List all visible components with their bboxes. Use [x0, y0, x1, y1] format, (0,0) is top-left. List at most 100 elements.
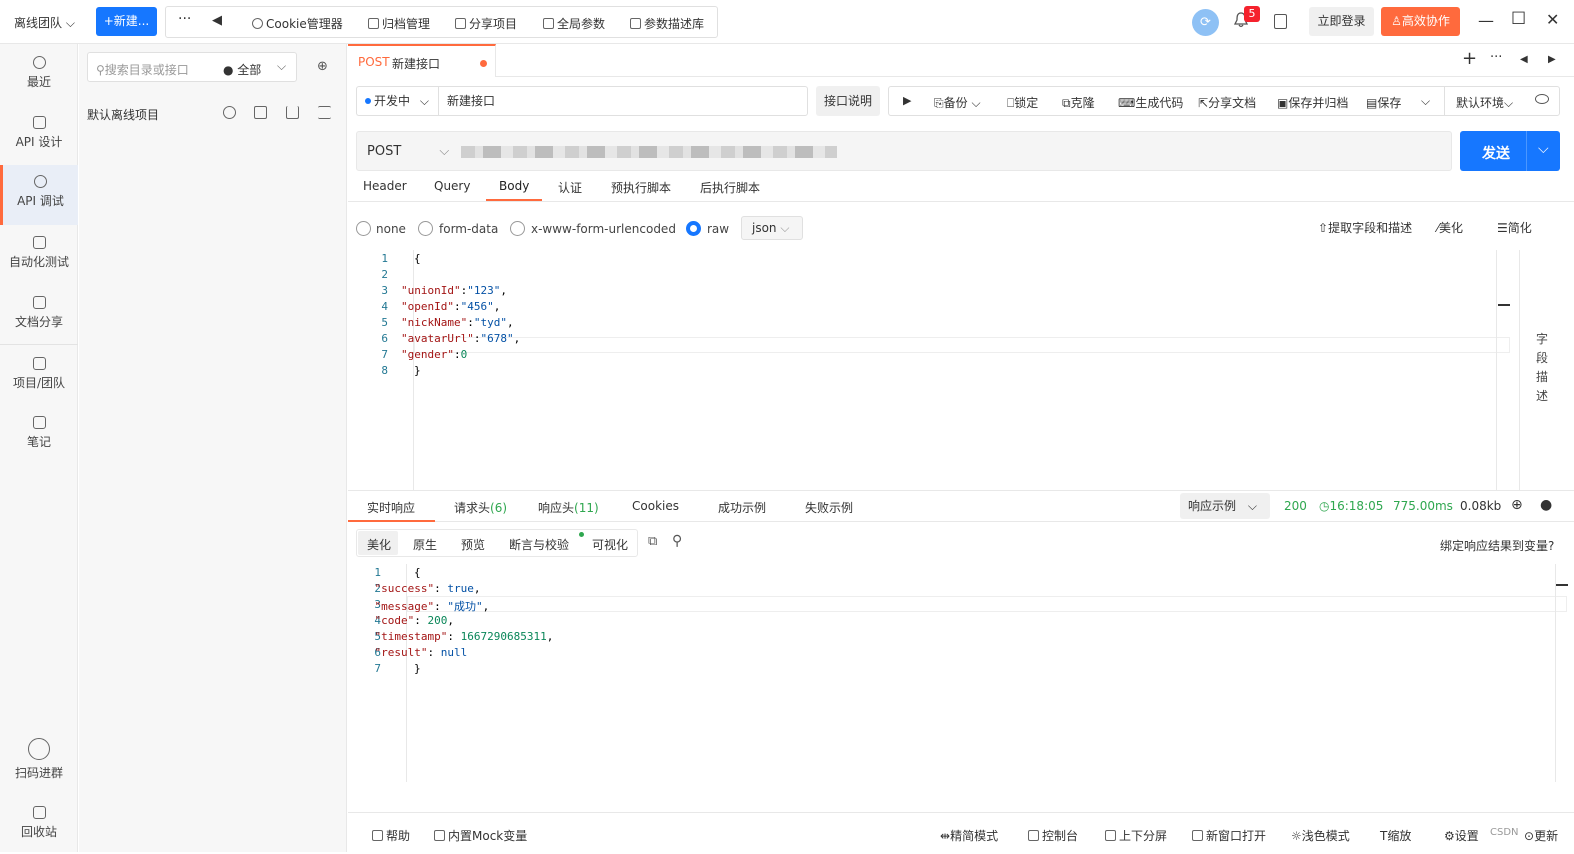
collapse-all-icon[interactable]: [318, 106, 331, 119]
tab-header[interactable]: Header: [363, 179, 407, 193]
send-button[interactable]: 发送 ⌵: [1460, 131, 1560, 171]
rail-item-api-design[interactable]: API 设计: [0, 106, 78, 164]
locate-icon[interactable]: ⊕: [317, 59, 328, 74]
more-icon[interactable]: ···: [178, 11, 191, 27]
maximize-icon[interactable]: ☐: [1511, 9, 1526, 29]
rail-item-auto-test[interactable]: 自动化测试: [0, 226, 78, 284]
tab-query[interactable]: Query: [434, 179, 470, 193]
beautify-button[interactable]: ⁄美化: [1437, 219, 1463, 236]
extract-fields-button[interactable]: ⇧提取字段和描述: [1318, 219, 1412, 236]
tab-success-example[interactable]: 成功示例: [718, 499, 766, 516]
param-desc-library-button[interactable]: 参数描述库: [630, 15, 704, 32]
update-button[interactable]: ⊙更新: [1524, 827, 1558, 844]
lock-button[interactable]: ⎕锁定: [1007, 94, 1038, 111]
rail-item-recycle-bin[interactable]: 回收站: [0, 796, 78, 854]
compact-mode-button[interactable]: ⇹精简模式: [940, 827, 998, 844]
global-params-button[interactable]: 全局参数: [543, 15, 605, 32]
rail-item-recent[interactable]: 最近: [0, 46, 78, 104]
tab-next-icon[interactable]: ▶: [1548, 54, 1556, 65]
tab-body[interactable]: Body: [499, 179, 529, 193]
run-icon[interactable]: ▶: [903, 94, 911, 107]
cookie-manager-button[interactable]: Cookie管理器: [252, 15, 343, 32]
new-button[interactable]: +新建...: [96, 7, 157, 36]
zoom-button[interactable]: T缩放: [1380, 827, 1411, 844]
close-icon[interactable]: ✕: [1546, 10, 1559, 29]
view-assert[interactable]: 断言与校验: [509, 536, 569, 553]
save-more-icon[interactable]: ⌵: [1421, 94, 1430, 109]
tab-response-headers[interactable]: 响应头(11): [538, 499, 599, 516]
search-icon[interactable]: ⚲: [672, 533, 682, 549]
backup-button[interactable]: ⎘备份 ⌵: [934, 94, 981, 111]
console-button[interactable]: 控制台: [1028, 827, 1078, 844]
clone-button[interactable]: ⧉克隆: [1062, 94, 1095, 111]
minimize-icon[interactable]: —: [1478, 11, 1494, 30]
share-doc-button[interactable]: ⇱分享文档: [1198, 94, 1256, 111]
login-button[interactable]: 立即登录: [1309, 7, 1374, 36]
scope-dropdown[interactable]: ● 全部: [223, 61, 261, 78]
status-dropdown[interactable]: 开发中 ⌵: [356, 86, 438, 116]
method-dropdown[interactable]: POST ⌵: [367, 144, 449, 159]
rail-item-notes[interactable]: 笔记: [0, 406, 78, 464]
eye-icon[interactable]: [1535, 94, 1549, 104]
collapse-left-icon[interactable]: ◀: [212, 13, 222, 28]
body-editor[interactable]: 12345678 { "unionId":"123", "openId":"45…: [348, 250, 1574, 490]
example-dropdown[interactable]: 响应示例 ⌵: [1180, 493, 1270, 519]
response-editor[interactable]: 1234567 { "success": true, "message": "成…: [348, 564, 1574, 782]
tab-request-headers[interactable]: 请求头(6): [454, 499, 507, 516]
tab-prev-icon[interactable]: ◀: [1520, 54, 1528, 65]
gen-code-button[interactable]: ⌨生成代码: [1118, 94, 1183, 111]
radio-form-data[interactable]: [418, 221, 433, 236]
radio-urlencoded[interactable]: [510, 221, 525, 236]
collab-button[interactable]: ♙高效协作: [1381, 7, 1460, 36]
help-button[interactable]: 帮助: [372, 827, 410, 844]
view-visualize[interactable]: 可视化: [592, 536, 628, 553]
tab-auth[interactable]: 认证: [558, 179, 582, 196]
globe-icon[interactable]: ⊕: [1511, 497, 1523, 513]
download-icon[interactable]: ●: [1540, 497, 1552, 513]
simplify-button[interactable]: ☰简化: [1497, 219, 1532, 236]
api-desc-button[interactable]: 接口说明: [816, 86, 880, 116]
bind-var-link[interactable]: 绑定响应结果到变量?: [1440, 537, 1554, 554]
rail-item-api-debug[interactable]: API 调试: [0, 165, 78, 225]
light-mode-button[interactable]: ☼浅色模式: [1291, 827, 1350, 844]
notes-icon[interactable]: [1274, 14, 1287, 29]
new-window-button[interactable]: 新窗口打开: [1192, 827, 1266, 844]
import-icon[interactable]: [286, 106, 299, 119]
rail-item-scan-group[interactable]: 扫码进群: [0, 734, 78, 792]
tab-fail-example[interactable]: 失败示例: [805, 499, 853, 516]
save-archive-button[interactable]: ▣保存并归档: [1277, 94, 1348, 111]
add-tab-icon[interactable]: +: [1462, 48, 1477, 69]
radio-raw[interactable]: [686, 221, 701, 236]
share-project-button[interactable]: 分享项目: [455, 15, 517, 32]
search-input[interactable]: ⚲搜索目录或接口 ● 全部 ⌵: [87, 52, 297, 82]
tab-new-api[interactable]: POST 新建接口: [348, 44, 496, 77]
add-api-icon[interactable]: [223, 106, 236, 119]
rail-item-doc-share[interactable]: 文档分享: [0, 286, 78, 344]
tab-pre-script[interactable]: 预执行脚本: [611, 179, 671, 196]
tab-post-script[interactable]: 后执行脚本: [700, 179, 760, 196]
new-folder-icon[interactable]: [254, 106, 267, 119]
view-preview[interactable]: 预览: [461, 536, 485, 553]
field-desc-panel[interactable]: 字段描述: [1519, 250, 1574, 490]
settings-button[interactable]: ⚙设置: [1444, 827, 1479, 844]
archive-manager-button[interactable]: 归档管理: [368, 15, 430, 32]
save-button[interactable]: ▤保存: [1366, 94, 1401, 111]
split-view-button[interactable]: 上下分屏: [1105, 827, 1167, 844]
copy-icon[interactable]: ⧉: [648, 534, 657, 549]
tab-live-response[interactable]: 实时响应: [367, 499, 415, 516]
api-name-input[interactable]: 新建接口: [438, 86, 808, 116]
sync-icon[interactable]: ⟳: [1192, 9, 1219, 36]
url-input[interactable]: [461, 146, 837, 158]
rail-item-project-team[interactable]: 项目/团队: [0, 347, 78, 405]
send-dropdown-icon[interactable]: ⌵: [1538, 141, 1549, 157]
mock-vars-button[interactable]: 内置Mock变量: [434, 827, 527, 844]
tab-cookies[interactable]: Cookies: [632, 499, 679, 513]
env-dropdown[interactable]: 默认环境⌵: [1456, 94, 1513, 111]
tab-more-icon[interactable]: ···: [1490, 50, 1502, 65]
format-dropdown[interactable]: json ⌵: [741, 216, 803, 240]
team-selector[interactable]: 离线团队 ⌵: [14, 14, 75, 31]
view-raw[interactable]: 原生: [413, 536, 437, 553]
view-beautify[interactable]: 美化: [367, 536, 391, 553]
radio-none[interactable]: [356, 221, 371, 236]
project-name[interactable]: 默认离线项目: [87, 106, 159, 123]
